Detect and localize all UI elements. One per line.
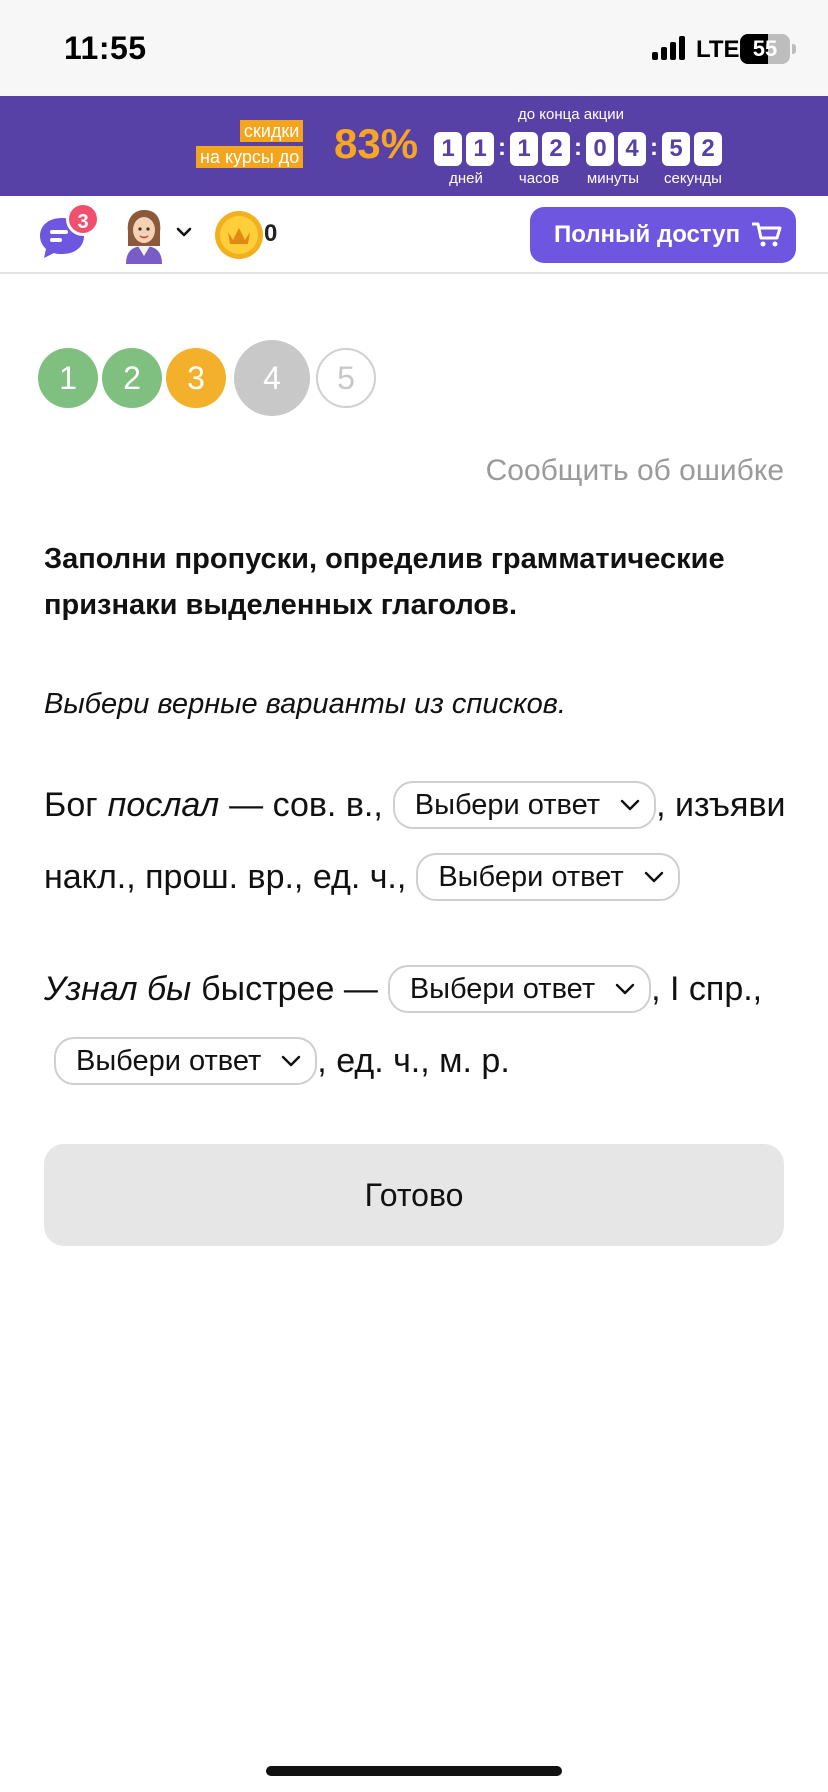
answer-select-4-label: Выбери ответ	[76, 1044, 262, 1077]
timer-colon: :	[498, 134, 506, 161]
promo-label-discounts: скидки	[239, 120, 304, 142]
chevron-down-icon	[644, 871, 663, 883]
promo-banner[interactable]: скидки на курсы до 83% до конца акции 1 …	[0, 96, 828, 196]
answer-select-3-label: Выбери ответ	[409, 972, 596, 1005]
answer-select-1[interactable]: Выбери ответ	[392, 781, 657, 829]
sentence-2-verb: Узнал бы	[44, 969, 192, 1008]
answer-select-3[interactable]: Выбери ответ	[387, 965, 652, 1013]
promo-label-courses: на курсы до	[196, 146, 304, 168]
report-error-link[interactable]: Сообщить об ошибке	[486, 454, 784, 488]
sentence-2-line-2: Выбери ответ , ед. ч., м. р.	[54, 1036, 510, 1086]
chevron-down-icon	[620, 799, 640, 811]
promo-until-end: до конца акции	[518, 106, 624, 123]
network-label: LTE	[696, 36, 740, 63]
step-5[interactable]: 5	[316, 348, 376, 408]
full-access-button[interactable]: Полный доступ	[530, 207, 796, 263]
signal-icon	[652, 36, 688, 60]
answer-select-1-label: Выбери ответ	[414, 788, 601, 821]
full-access-label: Полный доступ	[554, 221, 741, 248]
sentence-1-line-2-text: накл., прош. вр., ед. ч.,	[44, 857, 407, 896]
promo-labels: скидки на курсы до	[196, 120, 304, 168]
timer-label-minutes: минуты	[586, 170, 640, 187]
step-1[interactable]: 1	[38, 348, 98, 408]
timer-digit: 0	[586, 132, 614, 166]
sentence-2-line-1: Узнал бы быстрее — Выбери ответ , I спр.…	[44, 964, 762, 1014]
sentence-2-text-end: , ед. ч., м. р.	[317, 1041, 510, 1080]
home-indicator[interactable]	[266, 1766, 562, 1776]
status-time: 11:55	[64, 30, 147, 66]
chevron-down-icon	[282, 1055, 301, 1067]
answer-select-2-label: Выбери ответ	[438, 860, 624, 893]
timer-digit: 1	[434, 132, 462, 166]
sentence-1-word: Бог	[44, 785, 98, 824]
timer-colon: :	[650, 134, 658, 161]
avatar[interactable]	[122, 208, 166, 264]
cart-icon	[752, 222, 782, 247]
sentence-1-line-2: накл., прош. вр., ед. ч., Выбери ответ	[44, 852, 680, 902]
promo-discount: 83%	[334, 120, 419, 167]
coin-count: 0	[264, 220, 278, 247]
sentence-1-line-1: Бог послал — сов. в., Выбери ответ , изъ…	[44, 780, 786, 830]
sentence-1-verb: послал	[107, 785, 220, 824]
app-header: 3 0 Полный доступ	[0, 196, 828, 274]
answer-select-2[interactable]: Выбери ответ	[416, 853, 680, 901]
timer-digit: 1	[466, 132, 494, 166]
chevron-down-icon[interactable]	[176, 226, 192, 238]
timer-label-days: дней	[449, 170, 483, 187]
timer-digit: 5	[662, 132, 690, 166]
coin-icon[interactable]	[214, 210, 264, 260]
task-title: Заполни пропуски, определив грамматическ…	[44, 543, 725, 621]
sentence-1-text-after: , изъяви	[656, 785, 786, 824]
sentence-2-text-after: , I спр.,	[651, 969, 763, 1008]
battery-tip	[792, 44, 796, 54]
task-hint: Выбери верные варианты из списков.	[44, 688, 566, 720]
status-bar: 11:55 LTE 55	[0, 0, 828, 96]
sentence-1-text: — сов. в.,	[229, 785, 383, 824]
battery-icon: 55	[740, 34, 790, 64]
timer-digit: 2	[542, 132, 570, 166]
timer-digit: 2	[694, 132, 722, 166]
chat-badge: 3	[66, 202, 100, 236]
timer-digit: 1	[510, 132, 538, 166]
step-4[interactable]: 4	[234, 340, 310, 416]
chevron-down-icon	[615, 983, 635, 995]
step-3[interactable]: 3	[166, 348, 226, 408]
answer-select-4[interactable]: Выбери ответ	[54, 1037, 318, 1085]
battery-percent: 55	[752, 36, 778, 61]
timer-label-hours: часов	[518, 170, 560, 187]
step-2[interactable]: 2	[102, 348, 162, 408]
sentence-2-text: быстрее —	[201, 969, 378, 1008]
timer-digit: 4	[618, 132, 646, 166]
timer-label-seconds: секунды	[664, 170, 722, 187]
done-button[interactable]: Готово	[44, 1144, 784, 1246]
timer-colon: :	[574, 134, 582, 161]
